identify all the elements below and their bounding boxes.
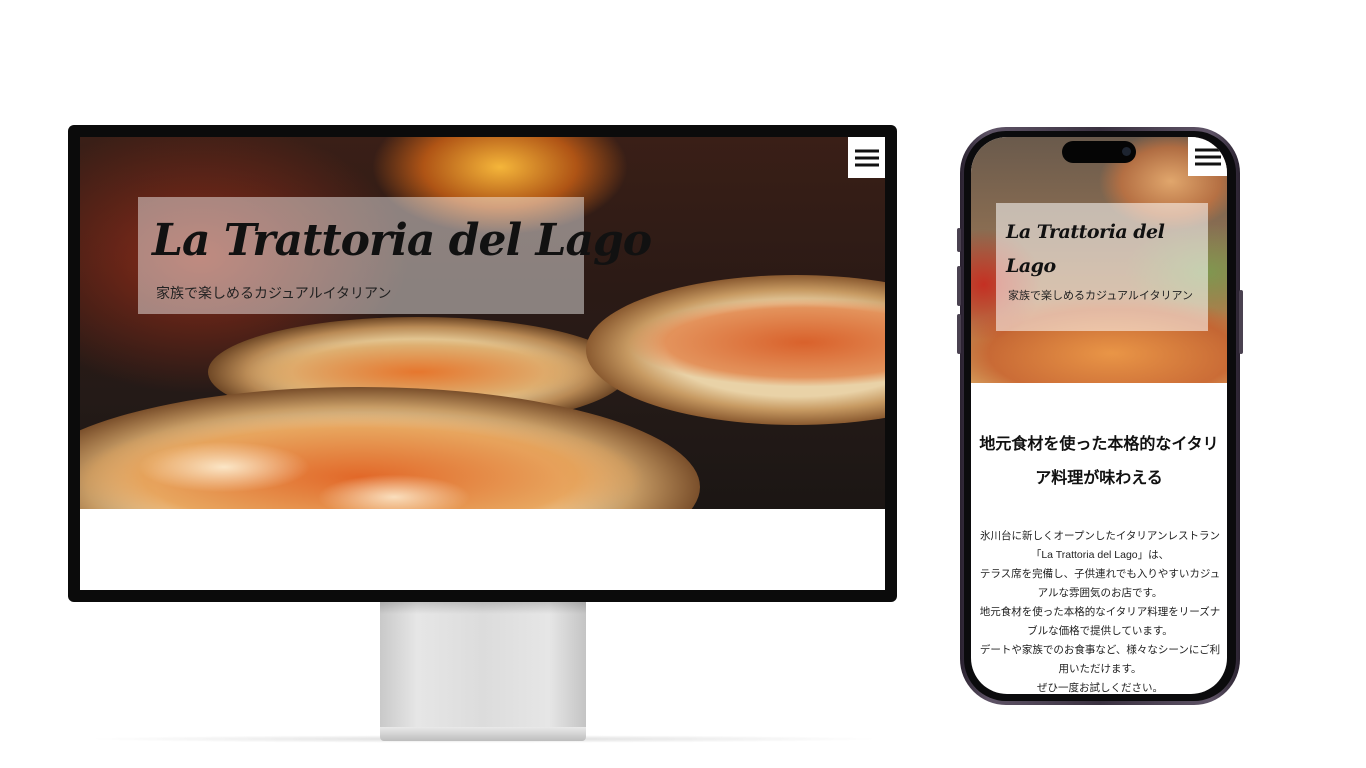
mobile-menu-button[interactable]	[1188, 137, 1227, 176]
phone-action-button	[957, 228, 961, 252]
mobile-section-heading: 地元食材を使った本格的なイタリア料理が味わえる	[979, 434, 1219, 487]
phone-power-button	[1239, 290, 1243, 354]
pizza-image-right	[586, 275, 885, 425]
intro-paragraph: 「La Trattoria del Lago」は、	[1030, 549, 1170, 561]
device-mockup-stage: La Trattoria del Lago 家族で楽しめるカジュアルイタリアン …	[0, 0, 1366, 768]
desktop-screen: La Trattoria del Lago 家族で楽しめるカジュアルイタリアン	[80, 137, 885, 590]
site-tagline: 家族で楽しめるカジュアルイタリアン	[156, 286, 392, 302]
mobile-intro-text: 氷川台に新しくオープンしたイタリアンレストラン 「La Trattoria de…	[975, 527, 1225, 694]
camera-icon	[1122, 147, 1131, 156]
intro-paragraph: 地元食材を使った本格的なイタリア料理をリーズナブルな価格で提供しています。	[979, 606, 1221, 637]
hamburger-icon	[1194, 144, 1221, 169]
mobile-site-logo[interactable]: La Trattoria del Lago	[1006, 215, 1202, 283]
menu-button[interactable]	[848, 137, 885, 178]
intro-paragraph: ぜひ一度お試しください。	[1037, 682, 1163, 694]
mobile-screen: La Trattoria del Lago 家族で楽しめるカジュアルイタリアン …	[971, 137, 1227, 694]
mobile-hero-pizza-image: La Trattoria del Lago 家族で楽しめるカジュアルイタリアン	[971, 137, 1227, 383]
monitor-base	[380, 727, 586, 741]
phone-volume-down-button	[957, 314, 961, 354]
mobile-hero-title-box: La Trattoria del Lago 家族で楽しめるカジュアルイタリアン	[996, 203, 1208, 331]
pizza-image-front	[80, 387, 700, 509]
intro-paragraph: テラス席を完備し、子供連れでも入りやすいカジュアルな雰囲気のお店です。	[979, 568, 1221, 599]
monitor-stand-shadow	[380, 600, 586, 614]
intro-paragraph: デートや家族でのお食事など、様々なシーンにご利用いただけます。	[979, 644, 1221, 675]
mobile-site-tagline: 家族で楽しめるカジュアルイタリアン	[1008, 289, 1194, 302]
hamburger-icon	[854, 145, 879, 170]
phone-volume-up-button	[957, 266, 961, 306]
site-logo[interactable]: La Trattoria del Lago	[152, 215, 652, 266]
hero-title-box: La Trattoria del Lago 家族で楽しめるカジュアルイタリアン	[138, 197, 652, 314]
monitor-stand	[380, 600, 586, 730]
hero-pizza-image: La Trattoria del Lago 家族で楽しめるカジュアルイタリアン	[80, 137, 885, 509]
intro-paragraph: 氷川台に新しくオープンしたイタリアンレストラン	[979, 530, 1221, 542]
